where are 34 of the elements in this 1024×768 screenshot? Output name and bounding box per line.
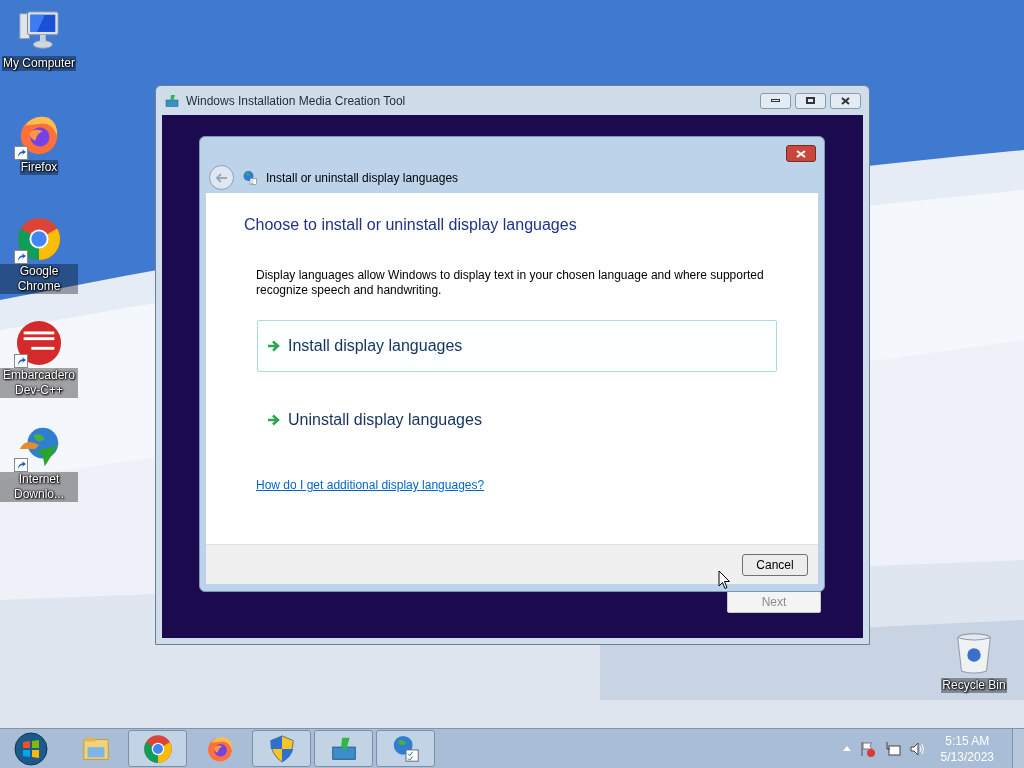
taskbar-button[interactable]: [252, 730, 311, 767]
command-link[interactable]: Install display languages: [257, 320, 777, 372]
close-icon: [796, 149, 806, 158]
taskbar-button[interactable]: [314, 730, 373, 767]
help-link[interactable]: How do I get additional display languages?: [256, 476, 485, 494]
speaker-icon: [909, 740, 926, 757]
back-arrow-icon: [215, 172, 228, 183]
desktop-icon-label[interactable]: Recycle Bin: [941, 678, 1007, 693]
flag-icon: [859, 740, 876, 757]
network-icon: [884, 740, 901, 757]
window-title: Windows Installation Media Creation Tool: [186, 92, 406, 110]
windows-orb-icon: [14, 731, 48, 766]
arrow-icon: [267, 340, 280, 352]
desktop-icon-label[interactable]: Google Chrome: [0, 264, 78, 294]
maximize-button[interactable]: [795, 92, 826, 109]
mouse-pointer-icon: [718, 570, 731, 590]
chrome-icon: [16, 216, 62, 262]
close-button[interactable]: [830, 92, 861, 109]
cancel-button[interactable]: Cancel: [742, 553, 808, 576]
arrow-icon: [267, 414, 280, 426]
taskbar-button[interactable]: [128, 730, 187, 767]
dialog-title: Install or uninstall display languages: [266, 169, 459, 187]
show-hidden-icons-icon: [842, 746, 851, 751]
globe-checklist-icon: [242, 169, 258, 186]
page-heading: Choose to install or uninstall display languages: [244, 215, 578, 235]
close-button[interactable]: [786, 145, 816, 162]
minimize-button[interactable]: [760, 92, 791, 109]
media-tool-icon: [164, 92, 180, 109]
description-text: Display languages allow Windows to display text in your chosen language and where supported recognize speech and handwriting.: [256, 268, 765, 298]
desktop-icon-label[interactable]: My Computer: [2, 56, 76, 71]
taskbar-button[interactable]: [376, 730, 435, 767]
chrome-icon: [142, 733, 173, 764]
desktop-icon-label[interactable]: Firefox: [19, 160, 59, 175]
close-icon: [841, 96, 850, 105]
